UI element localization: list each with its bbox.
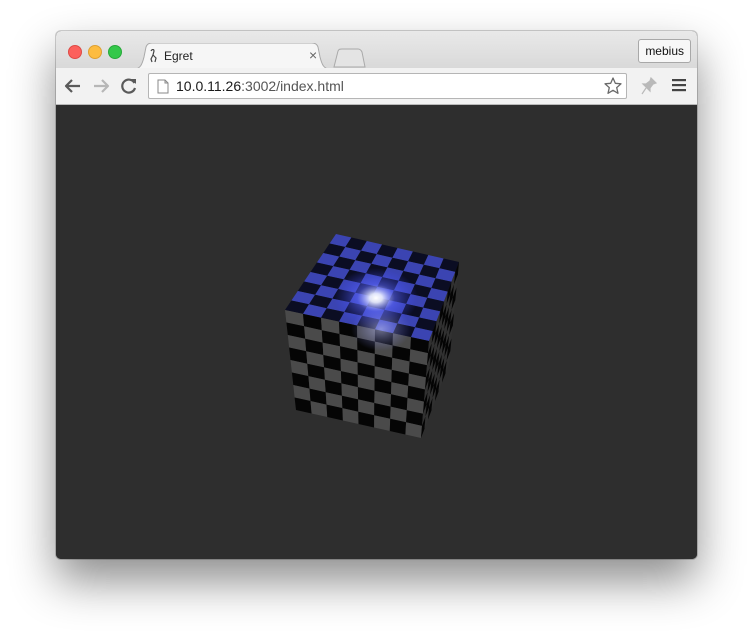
address-bar[interactable]: 10.0.11.26:3002/index.html	[148, 73, 627, 99]
url-host: 10.0.11.26	[176, 78, 242, 94]
tab-close-icon[interactable]: ×	[309, 47, 317, 63]
tab-strip: Egret × mebius	[56, 31, 697, 69]
new-tab-button[interactable]	[332, 48, 366, 68]
checkerboard-cube	[285, 234, 459, 438]
browser-window: Egret × mebius 10.0.11.26:3002/index.htm…	[56, 31, 697, 559]
forward-arrow-icon[interactable]	[92, 77, 110, 95]
maximize-icon[interactable]	[108, 45, 122, 59]
tab-egret[interactable]: Egret ×	[134, 43, 330, 69]
back-arrow-icon[interactable]	[64, 77, 82, 95]
url-path: :3002/index.html	[241, 78, 344, 94]
close-icon[interactable]	[68, 45, 82, 59]
profile-button[interactable]: mebius	[638, 39, 691, 63]
extension-pin-icon[interactable]	[641, 76, 658, 100]
url-text[interactable]: 10.0.11.26:3002/index.html	[176, 78, 344, 95]
hamburger-menu-icon[interactable]	[672, 78, 686, 97]
tab-title: Egret	[164, 49, 193, 63]
webgl-canvas[interactable]	[56, 105, 697, 559]
specular-spill	[351, 307, 411, 351]
star-icon[interactable]	[603, 76, 623, 101]
minimize-icon[interactable]	[88, 45, 102, 59]
reload-icon[interactable]	[120, 77, 138, 95]
page-icon	[157, 79, 169, 99]
egret-favicon-icon	[148, 49, 160, 63]
browser-toolbar: 10.0.11.26:3002/index.html	[56, 68, 697, 105]
